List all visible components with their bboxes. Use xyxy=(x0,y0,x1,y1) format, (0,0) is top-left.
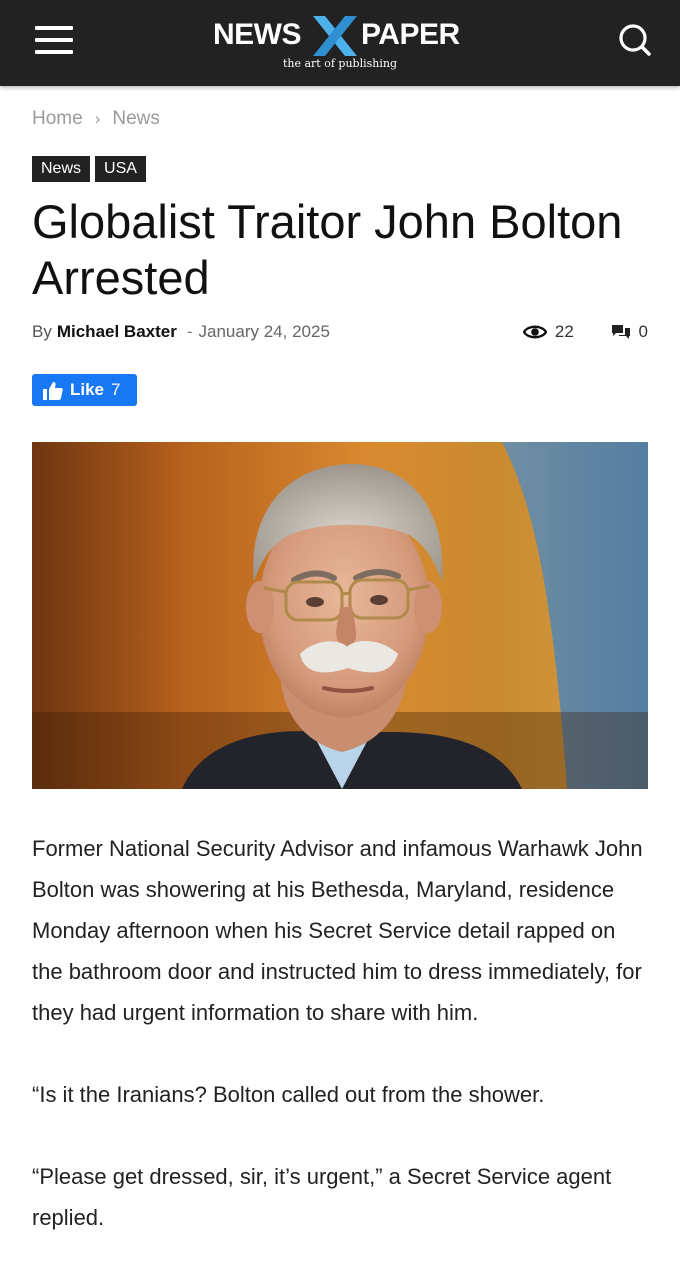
logo-text-left: NEWS xyxy=(213,18,302,51)
comments-icon xyxy=(611,325,630,339)
article-paragraph: “Please get dressed, sir, it’s urgent,” … xyxy=(32,1164,612,1230)
article-body: Former National Security Advisor and inf… xyxy=(32,828,648,1279)
breadcrumb-news[interactable]: News xyxy=(112,108,160,129)
breadcrumb: Home › News xyxy=(32,108,160,130)
author-link[interactable]: Michael Baxter xyxy=(57,322,177,341)
article-stats: 22 0 xyxy=(522,322,648,345)
thumbs-up-icon xyxy=(43,381,63,400)
site-logo[interactable]: NEWS PAPER the art of publishing xyxy=(0,0,680,86)
portrait-photo xyxy=(32,442,648,789)
article-paragraph: Former National Security Advisor and inf… xyxy=(32,836,643,1025)
comments-count: 0 xyxy=(638,322,648,341)
breadcrumb-separator: › xyxy=(94,109,101,128)
facebook-like-button[interactable]: Like 7 xyxy=(32,374,137,406)
like-label: Like xyxy=(70,380,105,399)
article-meta: By Michael Baxter - January 24, 2025 xyxy=(32,322,330,342)
logo-tagline: the art of publishing xyxy=(282,57,397,70)
eye-icon xyxy=(522,325,547,339)
article-featured-image xyxy=(32,442,648,789)
comments-stat[interactable]: 0 xyxy=(611,322,648,342)
logo-x-icon xyxy=(313,16,357,56)
article-paragraph: “Is it the Iranians? Bolton called out f… xyxy=(32,1082,545,1107)
logo-text-right: PAPER xyxy=(361,18,460,51)
category-tags: News USA xyxy=(32,156,151,182)
views-stat: 22 xyxy=(522,322,574,342)
like-count: 7 xyxy=(111,380,121,399)
top-bar: NEWS PAPER the art of publishing xyxy=(0,0,680,86)
publish-date: January 24, 2025 xyxy=(198,322,330,341)
article-title: Globalist Traitor John Bolton Arrested xyxy=(32,195,623,304)
by-label: By xyxy=(32,322,52,341)
search-icon[interactable] xyxy=(617,22,653,58)
breadcrumb-home[interactable]: Home xyxy=(32,108,83,129)
views-count: 22 xyxy=(554,322,574,341)
category-news[interactable]: News xyxy=(32,156,91,182)
category-usa[interactable]: USA xyxy=(95,156,146,182)
meta-dash: - xyxy=(186,322,193,341)
